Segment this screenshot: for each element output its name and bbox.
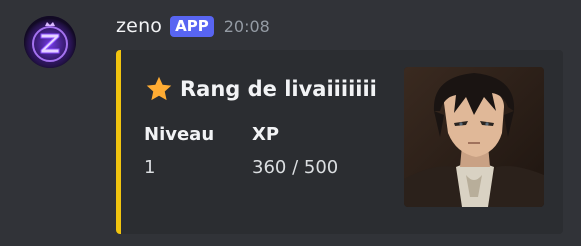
- field-xp: XP 360 / 500: [252, 124, 338, 178]
- field-niveau: Niveau 1: [144, 124, 214, 178]
- zeno-z-logo-icon: [24, 16, 76, 68]
- app-badge: APP: [170, 15, 214, 37]
- avatar[interactable]: [24, 16, 76, 68]
- embed-accent-bar: [116, 50, 121, 234]
- message-header: zeno APP 20:08: [116, 12, 270, 40]
- embed-thumbnail[interactable]: [404, 67, 544, 207]
- anime-character-thumbnail: [404, 67, 544, 207]
- field-value: 360 / 500: [252, 157, 339, 178]
- field-value: 1: [144, 157, 156, 178]
- star-icon: [144, 74, 174, 104]
- field-name: Niveau: [144, 124, 215, 145]
- timestamp[interactable]: 20:08: [224, 17, 270, 36]
- embed-title: Rang de livaiiiiiii: [144, 74, 377, 104]
- chat-message: zeno APP 20:08 Rang de livaiiiiiii Nivea…: [0, 0, 581, 246]
- username[interactable]: zeno: [116, 15, 162, 37]
- field-name: XP: [252, 124, 280, 145]
- embed-card: Rang de livaiiiiiii Niveau 1 XP 360 / 50…: [116, 50, 563, 234]
- embed-title-text: Rang de livaiiiiiii: [180, 77, 377, 101]
